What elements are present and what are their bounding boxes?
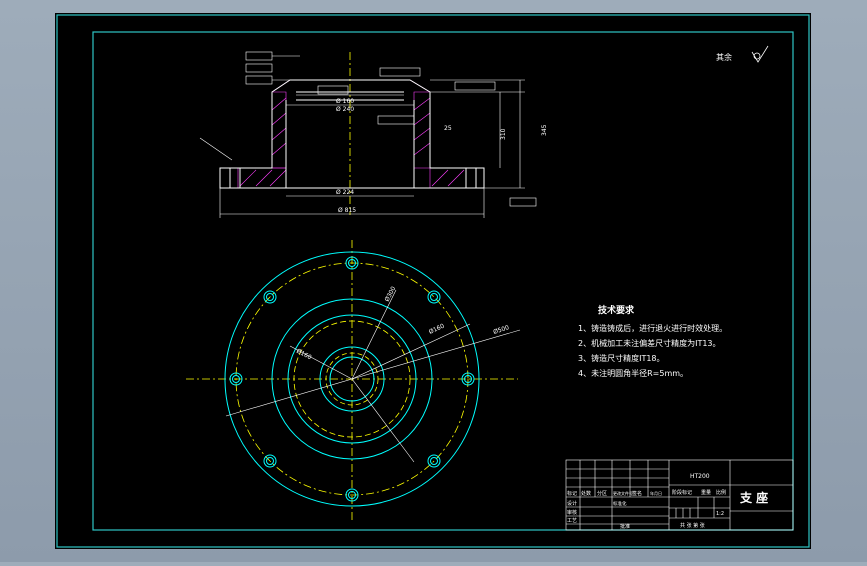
label-count: 处数 xyxy=(581,490,591,497)
roughness-note: 其余 xyxy=(716,52,732,62)
tech-item-1: 1、铸造铸成后，进行退火进行时效处理。 xyxy=(578,323,727,333)
cad-viewport[interactable]: Ø 160 Ø 240 Ø 224 Ø 815 25 310 345 其余 Ø3… xyxy=(0,0,867,562)
label-scale: 比例 xyxy=(716,489,726,496)
drawing-title: 支 座 xyxy=(739,490,768,505)
tech-item-4: 4、未注明圆角半径R=5mm。 xyxy=(578,368,688,378)
tech-item-3: 3、铸造尺寸精度IT18。 xyxy=(578,353,665,363)
dim-d-bore: Ø 224 xyxy=(336,189,354,196)
dim-h-inner: 310 xyxy=(500,128,507,140)
tech-heading: 技术要求 xyxy=(598,304,635,316)
label-approve: 批准 xyxy=(620,523,630,530)
scale-value: 1:2 xyxy=(716,511,724,517)
label-sheet: 共 张 第 张 xyxy=(680,522,705,529)
material-value: HT200 xyxy=(690,473,710,480)
label-mark: 标记 xyxy=(567,490,577,497)
label-review: 审核 xyxy=(567,509,577,516)
label-process: 工艺 xyxy=(567,518,577,524)
dim-d-top: Ø 160 xyxy=(336,98,354,105)
label-designer: 设计 xyxy=(567,500,577,507)
dim-h-total: 345 xyxy=(541,124,548,136)
label-sign: 签名 xyxy=(632,490,642,497)
label-zone: 分区 xyxy=(597,490,607,497)
label-weight: 重量 xyxy=(701,489,711,496)
dim-d-mid: Ø 240 xyxy=(336,106,354,113)
label-stage: 阶段标记 xyxy=(672,489,692,496)
label-change-doc: 更改文件号 xyxy=(613,490,633,496)
label-date: 年月日 xyxy=(650,490,662,496)
dim-wall: 25 xyxy=(444,125,452,132)
tech-item-2: 2、机械加工未注偏差尺寸精度为IT13。 xyxy=(578,338,721,348)
drawing-canvas: Ø 160 Ø 240 Ø 224 Ø 815 25 310 345 其余 Ø3… xyxy=(55,13,811,549)
label-standard: 标准化 xyxy=(613,500,627,507)
dim-d-flange: Ø 815 xyxy=(338,207,356,214)
